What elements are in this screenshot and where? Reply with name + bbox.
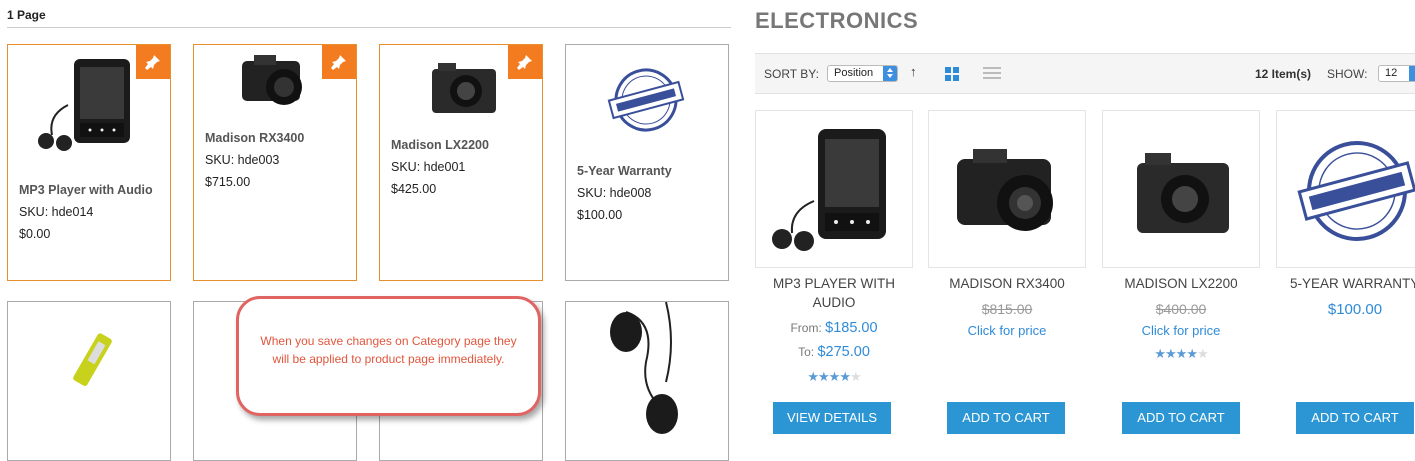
- pin-icon: [517, 55, 532, 70]
- list-view-icon[interactable]: [983, 67, 1001, 80]
- pin-icon: [145, 55, 160, 70]
- admin-category-editor: 1 Page MP3 Player with Audio SKU: hde014…: [0, 0, 735, 461]
- pin-icon: [331, 55, 346, 70]
- product-item: MADISON RX3400 $815.00 Click for price: [928, 110, 1086, 338]
- divider: [7, 27, 731, 28]
- select-arrows-icon: [883, 66, 897, 81]
- product-image[interactable]: [755, 110, 913, 268]
- old-price: $400.00: [1155, 301, 1207, 317]
- item-count: 12 Item(s): [1255, 67, 1312, 81]
- callout-text: When you save changes on Category page t…: [260, 334, 517, 366]
- product-card-lx2200[interactable]: Madison LX2200 SKU: hde001 $425.00: [379, 44, 543, 281]
- product-card-usb-player[interactable]: [7, 301, 171, 461]
- product-item: MP3 PLAYER WITH AUDIO From: $185.00 To: …: [755, 110, 913, 384]
- product-sku: SKU: hde008: [577, 186, 652, 200]
- page-label: 1 Page: [7, 8, 46, 22]
- product-name: Madison LX2200: [391, 138, 489, 152]
- click-for-price-link[interactable]: Click for price: [928, 323, 1086, 338]
- product-price: $0.00: [19, 227, 51, 241]
- product-card-rx3400[interactable]: Madison RX3400 SKU: hde003 $715.00: [193, 44, 357, 281]
- category-title: ELECTRONICS: [755, 8, 919, 33]
- product-sku: SKU: hde001: [391, 160, 466, 174]
- product-item: 5-YEAR WARRANTY $100.00: [1276, 110, 1415, 318]
- info-callout: When you save changes on Category page t…: [236, 296, 541, 416]
- select-arrows-icon: [1409, 66, 1415, 81]
- price-from: From: $185.00: [755, 320, 913, 336]
- sort-select[interactable]: Position: [827, 65, 898, 82]
- product-name[interactable]: MADISON LX2200: [1102, 274, 1260, 293]
- from-price: $185.00: [825, 320, 878, 336]
- to-label: To:: [798, 345, 815, 359]
- up-arrow-icon[interactable]: ↑: [910, 64, 917, 79]
- product-name: 5-Year Warranty: [577, 164, 672, 178]
- product-name[interactable]: MP3 PLAYER WITH AUDIO: [755, 274, 913, 312]
- view-details-button[interactable]: VIEW DETAILS: [773, 402, 891, 434]
- to-price: $275.00: [817, 344, 870, 360]
- from-label: From:: [790, 321, 822, 335]
- click-for-price-link[interactable]: Click for price: [1102, 323, 1260, 338]
- storefront-category-page: ELECTRONICS SORT BY: Position ↑ 12 Item(…: [747, 0, 1415, 442]
- product-image[interactable]: [1102, 110, 1260, 268]
- warranty-stamp-image: [566, 45, 728, 160]
- pin-button[interactable]: [136, 45, 170, 79]
- earphones-image: [610, 302, 678, 434]
- product-price: $715.00: [205, 175, 251, 189]
- product-name[interactable]: MADISON RX3400: [928, 274, 1086, 293]
- product-image[interactable]: [928, 110, 1086, 268]
- product-sku: SKU: hde003: [205, 153, 280, 167]
- sort-label: SORT BY:: [764, 67, 819, 81]
- pin-button[interactable]: [508, 45, 542, 79]
- rating-stars: ★★★★★: [1154, 346, 1208, 361]
- product-card-earphones[interactable]: [565, 301, 729, 461]
- product-price: $100.00: [577, 208, 623, 222]
- product-item: MADISON LX2200 $400.00 Click for price ★…: [1102, 110, 1260, 361]
- product-card-mp3[interactable]: MP3 Player with Audio SKU: hde014 $0.00: [7, 44, 171, 281]
- product-image[interactable]: [1276, 110, 1415, 268]
- add-to-cart-button[interactable]: ADD TO CART: [1122, 402, 1240, 434]
- rating-stars: ★★★★★: [807, 369, 861, 384]
- price-to: To: $275.00: [755, 344, 913, 360]
- grid-view-icon[interactable]: [945, 67, 959, 81]
- product-name[interactable]: 5-YEAR WARRANTY: [1290, 274, 1415, 293]
- usb-player-image: [73, 333, 112, 386]
- add-to-cart-button[interactable]: ADD TO CART: [1296, 402, 1414, 434]
- product-price: $425.00: [391, 182, 437, 196]
- pin-button[interactable]: [322, 45, 356, 79]
- add-to-cart-button[interactable]: ADD TO CART: [947, 402, 1065, 434]
- product-name: Madison RX3400: [205, 131, 305, 145]
- panel-divider: [735, 0, 747, 442]
- product-name: MP3 Player with Audio: [19, 183, 153, 197]
- sort-toolbar: SORT BY: Position ↑ 12 Item(s) SHOW: 12: [755, 53, 1415, 94]
- old-price: $815.00: [981, 301, 1033, 317]
- product-sku: SKU: hde014: [19, 205, 94, 219]
- limit-select[interactable]: 12: [1378, 65, 1415, 82]
- show-label: SHOW:: [1327, 67, 1368, 81]
- limit-value: 12: [1385, 67, 1398, 79]
- sort-value: Position: [834, 67, 874, 79]
- product-price: $100.00: [1327, 301, 1383, 318]
- product-card-warranty[interactable]: 5-Year Warranty SKU: hde008 $100.00: [565, 44, 729, 281]
